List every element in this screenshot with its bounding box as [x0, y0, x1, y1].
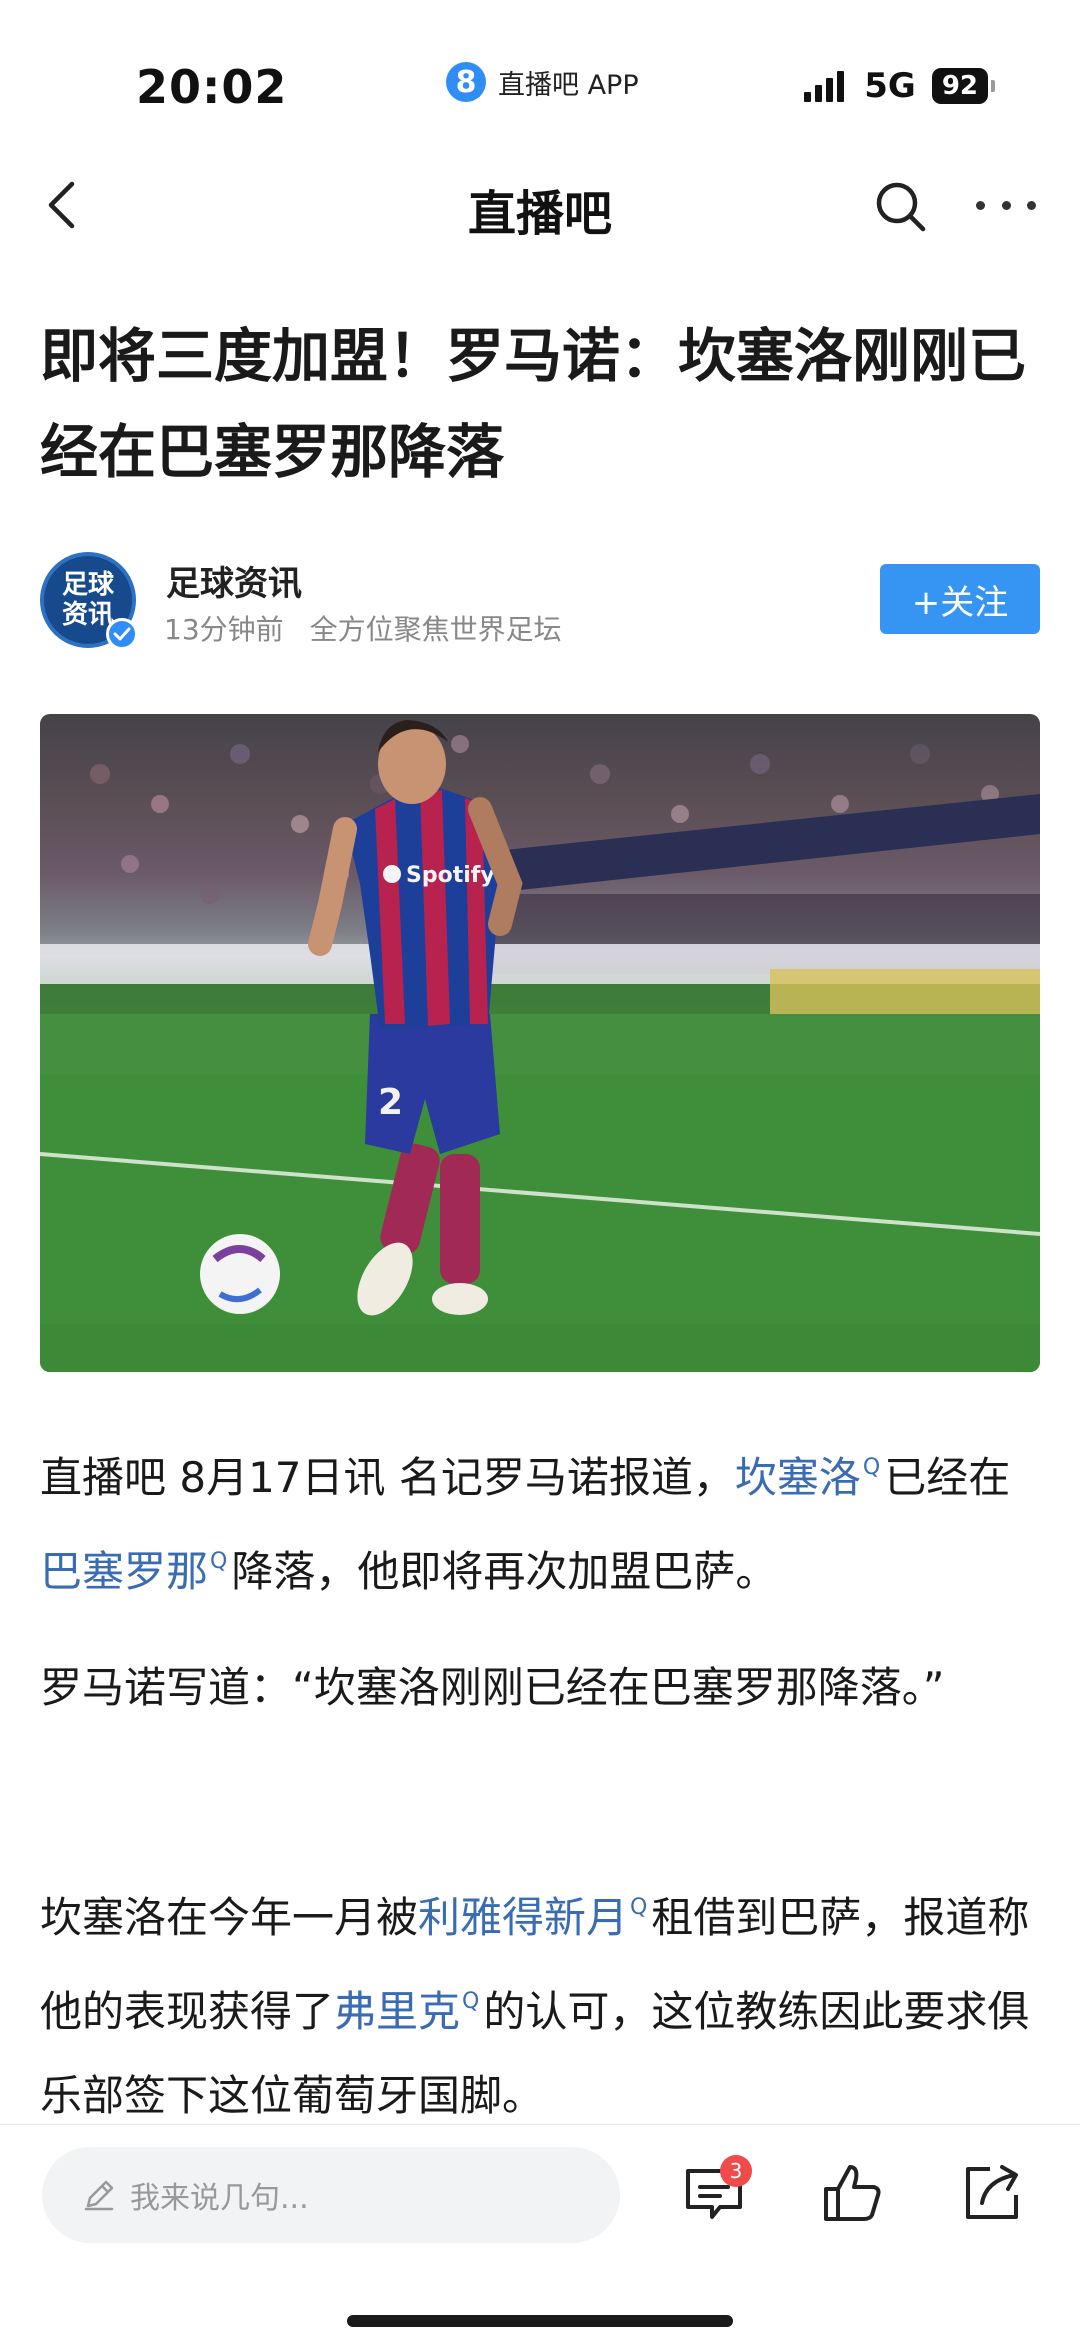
article-paragraph-2: 罗马诺写道：“坎塞洛刚刚已经在巴塞罗那降落。” [40, 1663, 945, 1712]
keyword-search-icon: Q [630, 1895, 648, 1920]
bottom-action-bar: 我来说几句... 3 [0, 2124, 1080, 2349]
signal-icon [804, 70, 848, 102]
comment-count-badge: 3 [720, 2155, 752, 2187]
keyword-link-barcelona[interactable]: 巴塞罗那 [40, 1547, 208, 1596]
battery-level: 92 [941, 71, 978, 101]
football-player-photo: 2 Spotify [40, 720, 1040, 1372]
home-indicator[interactable] [347, 2315, 733, 2327]
article-paragraph-1: 直播吧 8月17日讯 名记罗马诺报道，坎塞洛Q已经在巴塞罗那Q降落，他即将再次加… [40, 1426, 1050, 1614]
paragraph-text: 坎塞洛在今年一月被 [40, 1893, 419, 1942]
share-icon [966, 2165, 1018, 2219]
shirt-number: 2 [378, 1082, 403, 1123]
keyword-search-icon: Q [462, 1989, 480, 2014]
keyword-link-cancelo[interactable]: 坎塞洛 [735, 1453, 861, 1502]
paragraph-text: 已经在 [884, 1453, 1011, 1502]
status-app-indicator: 8 直播吧 APP [446, 62, 639, 102]
keyword-link-flick[interactable]: 弗里克 [334, 1987, 460, 2036]
comment-input[interactable]: 我来说几句... [42, 2147, 620, 2243]
comments-button[interactable]: 3 [682, 2155, 752, 2225]
battery-icon: 92 [931, 68, 996, 104]
more-dots-icon [976, 200, 985, 210]
app-logo-icon: 8 [446, 62, 486, 102]
more-button[interactable] [976, 180, 1036, 230]
author-row: 足球 资讯 足球资讯 13分钟前 全方位聚焦世界足坛 +关注 [40, 548, 1040, 650]
paragraph-text: 降落，他即将再次加盟巴萨。 [231, 1547, 778, 1596]
keyword-search-icon: Q [862, 1455, 881, 1480]
follow-button[interactable]: +关注 [880, 564, 1040, 634]
status-app-name: 直播吧 APP [498, 69, 639, 101]
shirt-sponsor: Spotify [406, 863, 495, 888]
author-meta: 13分钟前 全方位聚焦世界足坛 [164, 608, 562, 648]
avatar-text-top: 足球 [61, 570, 114, 600]
comment-placeholder: 我来说几句... [130, 2181, 309, 2216]
article-image[interactable]: 2 Spotify [40, 714, 1040, 1372]
like-button[interactable] [820, 2161, 884, 2225]
thumbs-up-icon [824, 2165, 881, 2221]
article-title: 即将三度加盟！罗马诺：坎塞洛刚刚已经在巴塞罗那降落 [40, 322, 1027, 486]
author-tagline: 全方位聚焦世界足坛 [309, 613, 562, 646]
keyword-search-icon: Q [210, 1549, 228, 1574]
pencil-icon [84, 2180, 114, 2211]
status-indicators: 5G 92 [804, 66, 996, 106]
avatar-text-bottom: 资讯 [61, 600, 114, 630]
publish-time: 13分钟前 [164, 613, 284, 646]
verified-badge-icon [106, 618, 138, 650]
status-bar: 20:02 8 直播吧 APP 5G 92 [0, 0, 1080, 170]
share-button[interactable] [960, 2161, 1024, 2225]
nav-bar: 直播吧 [0, 160, 1080, 250]
author-name[interactable]: 足球资讯 [166, 556, 302, 605]
network-label: 5G [864, 66, 916, 106]
keyword-link-al-hilal[interactable]: 利雅得新月 [418, 1893, 628, 1942]
search-icon [876, 182, 926, 232]
status-time: 20:02 [136, 60, 288, 114]
paragraph-text: 直播吧 8月17日讯 名记罗马诺报道， [40, 1453, 735, 1502]
search-button[interactable] [874, 180, 928, 234]
article-paragraph-3: 坎塞洛在今年一月被利雅得新月Q租借到巴萨，报道称他的表现获得了弗里克Q的认可，这… [40, 1866, 1050, 2138]
